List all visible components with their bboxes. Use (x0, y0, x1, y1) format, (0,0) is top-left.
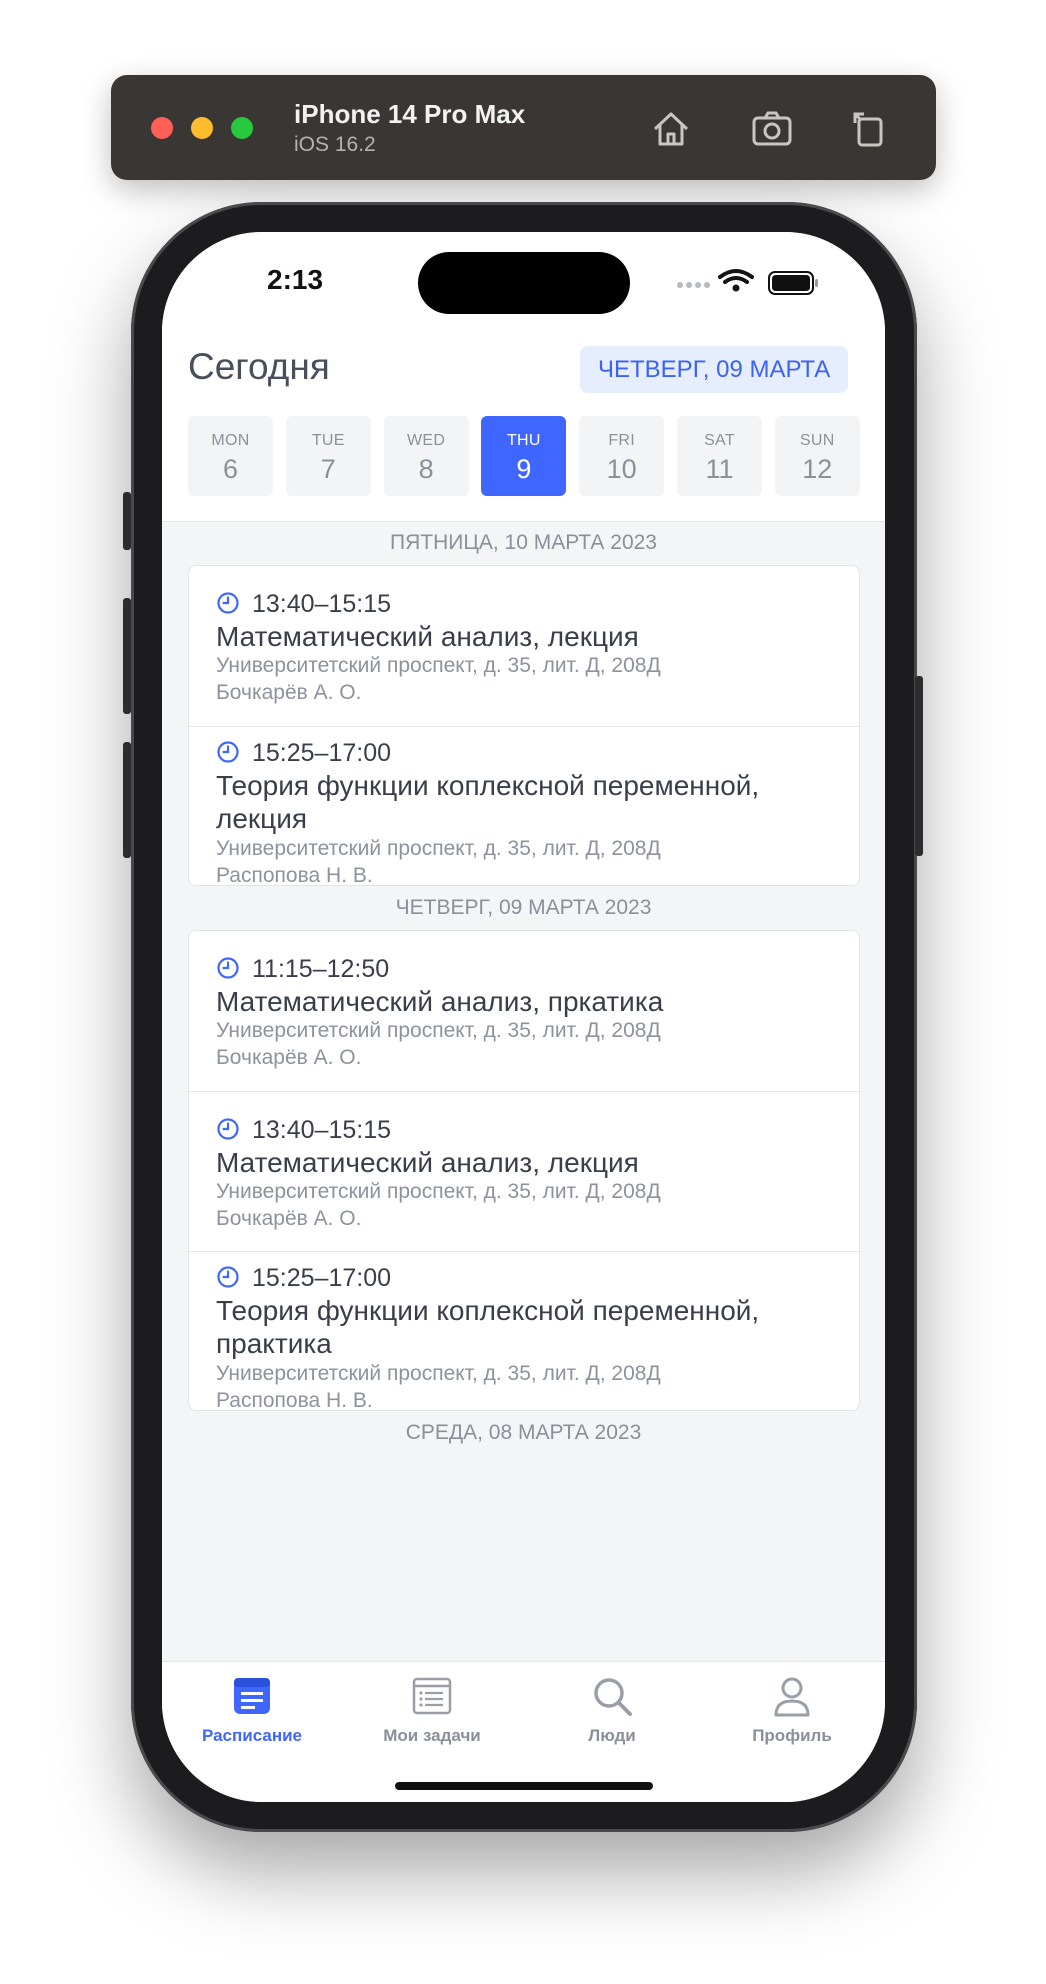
current-date-chip[interactable]: ЧЕТВЕРГ, 09 МАРТА (580, 346, 849, 393)
day-number: 10 (606, 454, 637, 484)
day-sun[interactable]: SUN 12 (774, 416, 860, 496)
day-name: MON (211, 432, 250, 449)
screenshot-icon[interactable] (748, 105, 796, 153)
simulator-toolbar: iPhone 14 Pro Max iOS 16.2 (111, 75, 936, 180)
status-icons (674, 266, 834, 296)
week-selector: MON 6 TUE 7 WED 8 THU 9 FRI 10 SAT 11 SUN 12 (188, 416, 860, 496)
lesson-time: 15:25–17:00 (216, 739, 391, 768)
lesson-item[interactable]: 15:25–17:00 Теория функции коплексной пер… (189, 726, 859, 887)
clock-icon (216, 1117, 240, 1141)
day-name: TUE (311, 432, 345, 449)
dynamic-island (418, 252, 630, 314)
lesson-time-text: 13:40–15:15 (252, 590, 392, 618)
section-date-header: ЧЕТВЕРГ, 09 МАРТА 2023 (395, 896, 652, 919)
section-date-header: СРЕДА, 08 МАРТА 2023 (405, 1421, 642, 1444)
zoom-window-button[interactable] (231, 117, 253, 139)
lesson-address: Университетский проспект, д. 35, лит. Д,… (216, 1019, 661, 1042)
lesson-teacher: Распопова Н. В. (216, 1389, 373, 1412)
day-mon[interactable]: MON 6 (188, 416, 273, 496)
day-name: THU (506, 432, 541, 449)
home-indicator[interactable] (395, 1782, 653, 1790)
lesson-title: Теория функции коплексной переменной, пр… (216, 1295, 760, 1359)
day-name: WED (406, 432, 446, 449)
day-number: 6 (222, 454, 239, 484)
lesson-teacher: Распопова Н. В. (216, 864, 373, 887)
wifi-icon (718, 269, 754, 292)
lessons-card: 13:40–15:15 Математический анализ, лекция… (188, 565, 860, 887)
power-button (915, 676, 923, 856)
lesson-item[interactable]: 15:25–17:00 Теория функции коплексной пер… (189, 1251, 859, 1412)
day-number: 7 (320, 454, 336, 484)
rotate-icon[interactable] (845, 105, 893, 153)
battery-icon (768, 271, 818, 295)
volume-down-button (123, 742, 131, 858)
lesson-address: Университетский проспект, д. 35, лит. Д,… (216, 1362, 661, 1385)
day-number: 8 (418, 454, 434, 484)
clock-icon (216, 740, 240, 764)
day-wed[interactable]: WED 8 (383, 416, 469, 496)
lesson-title: Теория функции коплексной переменной, ле… (216, 770, 760, 834)
day-number: 11 (705, 454, 734, 484)
lesson-teacher: Бочкарёв А. О. (216, 1207, 362, 1230)
lesson-address: Университетский проспект, д. 35, лит. Д,… (216, 837, 661, 860)
section-date-header: ПЯТНИЦА, 10 МАРТА 2023 (389, 531, 657, 554)
lesson-address: Университетский проспект, д. 35, лит. Д,… (216, 654, 661, 677)
lesson-time: 15:25–17:00 (216, 1264, 391, 1293)
os-version: iOS 16.2 (294, 133, 376, 156)
lesson-item[interactable]: 11:15–12:50 Математический анализ, пркати… (189, 931, 859, 1091)
calendar-icon (182, 1674, 322, 1718)
volume-up-button (123, 598, 131, 714)
lesson-time-text: 15:25–17:00 (252, 1264, 392, 1292)
close-window-button[interactable] (151, 117, 173, 139)
lesson-teacher: Бочкарёв А. О. (216, 1046, 362, 1069)
page-title: Сегодня (188, 346, 330, 387)
lesson-item[interactable]: 13:40–15:15 Математический анализ, лекция… (189, 566, 859, 726)
tab-tasks[interactable]: Мои задачи (362, 1674, 502, 1746)
lesson-teacher: Бочкарёв А. О. (216, 681, 362, 704)
tab-label: Расписание (201, 1726, 303, 1745)
lesson-item[interactable]: 13:40–15:15 Математический анализ, лекция… (189, 1091, 859, 1252)
lesson-time-text: 15:25–17:00 (252, 739, 392, 767)
lesson-time-text: 11:15–12:50 (252, 955, 390, 983)
lesson-time: 13:40–15:15 (216, 1116, 391, 1145)
search-icon (542, 1674, 682, 1718)
device-name: iPhone 14 Pro Max (294, 99, 526, 129)
day-name: FRI (608, 432, 636, 449)
schedule-list[interactable]: ПЯТНИЦА, 10 МАРТА 2023 13:40–15:15 Математ… (162, 521, 885, 1661)
lesson-time: 11:15–12:50 (216, 955, 389, 984)
phone-screen: Сегодня ЧЕТВЕРГ, 09 МАРТА MON 6 TUE 7 WED 8 TH… (162, 232, 885, 1802)
tab-label: Мои задачи (383, 1726, 481, 1745)
day-name: SAT (704, 432, 735, 449)
day-fri[interactable]: FRI 10 (579, 416, 665, 496)
tasks-icon (362, 1674, 502, 1718)
tab-search[interactable]: Люди (542, 1674, 682, 1746)
silent-switch (123, 492, 131, 550)
day-number: 9 (516, 454, 532, 484)
lesson-title: Математический анализ, лекция (216, 621, 639, 652)
day-sat[interactable]: SAT 11 (677, 416, 762, 496)
lesson-time: 13:40–15:15 (216, 590, 391, 619)
lesson-address: Университетский проспект, д. 35, лит. Д,… (216, 1180, 661, 1203)
status-time: 2:13 (267, 264, 324, 295)
tab-person[interactable]: Профиль (722, 1674, 862, 1746)
clock-icon (216, 956, 240, 980)
day-thu[interactable]: THU 9 (481, 416, 567, 496)
lesson-time-text: 13:40–15:15 (252, 1116, 392, 1144)
tab-calendar[interactable]: Расписание (182, 1674, 322, 1746)
tab-label: Люди (588, 1726, 636, 1745)
home-icon[interactable] (647, 105, 695, 153)
lessons-card: 11:15–12:50 Математический анализ, пркати… (188, 930, 860, 1412)
day-name: SUN (799, 432, 835, 449)
day-number: 12 (802, 454, 833, 484)
lesson-title: Математический анализ, пркатика (216, 986, 664, 1017)
person-icon (722, 1674, 862, 1718)
clock-icon (216, 1265, 240, 1289)
clock-icon (216, 591, 240, 615)
day-tue[interactable]: TUE 7 (285, 416, 371, 496)
lesson-title: Математический анализ, лекция (216, 1147, 639, 1178)
minimize-window-button[interactable] (191, 117, 213, 139)
tab-label: Профиль (752, 1726, 832, 1745)
tab-bar: Расписание Мои задачи Люди Профиль (162, 1661, 885, 1802)
signal-icon (677, 282, 710, 288)
